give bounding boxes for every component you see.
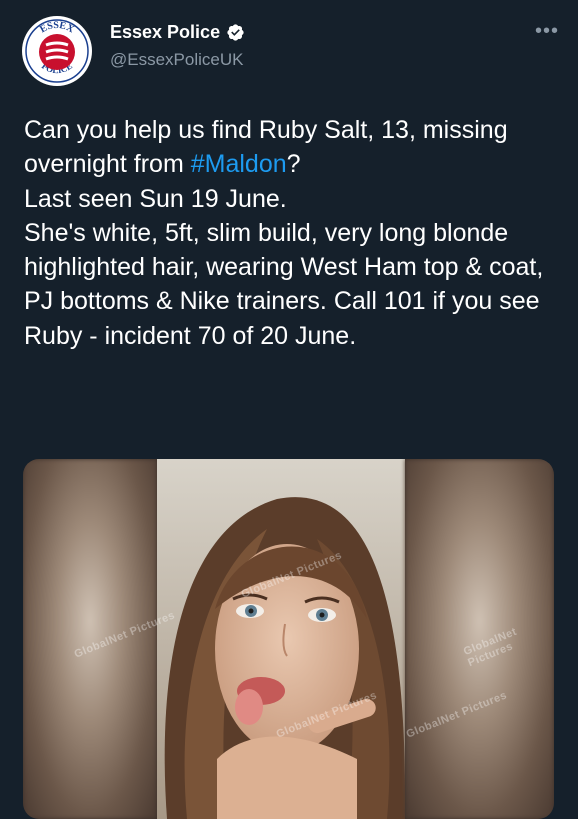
tweet: ESSEX POLICE Essex Police @EssexPoliceUK… [0,0,578,819]
more-options-button[interactable]: ••• [532,20,562,42]
verified-badge-icon [227,24,244,41]
missing-person-photo [157,459,405,819]
author-name-text: Essex Police [110,22,221,42]
tweet-header: ESSEX POLICE Essex Police @EssexPoliceUK… [22,14,562,86]
tweet-text: Can you help us find Ruby Salt, 13, miss… [24,113,544,353]
hashtag-link[interactable]: #Maldon [191,150,287,178]
tweet-media[interactable]: GlobalNet Pictures GlobalNet Pictures Gl… [23,459,554,819]
media-blur-left [23,459,157,819]
author-handle[interactable]: @EssexPoliceUK [110,50,243,70]
more-horizontal-icon: ••• [534,20,559,42]
author-name[interactable]: Essex Police [110,22,245,43]
essex-police-crest-icon: ESSEX POLICE [23,17,91,85]
avatar[interactable]: ESSEX POLICE [22,16,92,86]
tweet-text-part-2: ? Last seen Sun 19 June. She's white, 5f… [24,150,544,350]
